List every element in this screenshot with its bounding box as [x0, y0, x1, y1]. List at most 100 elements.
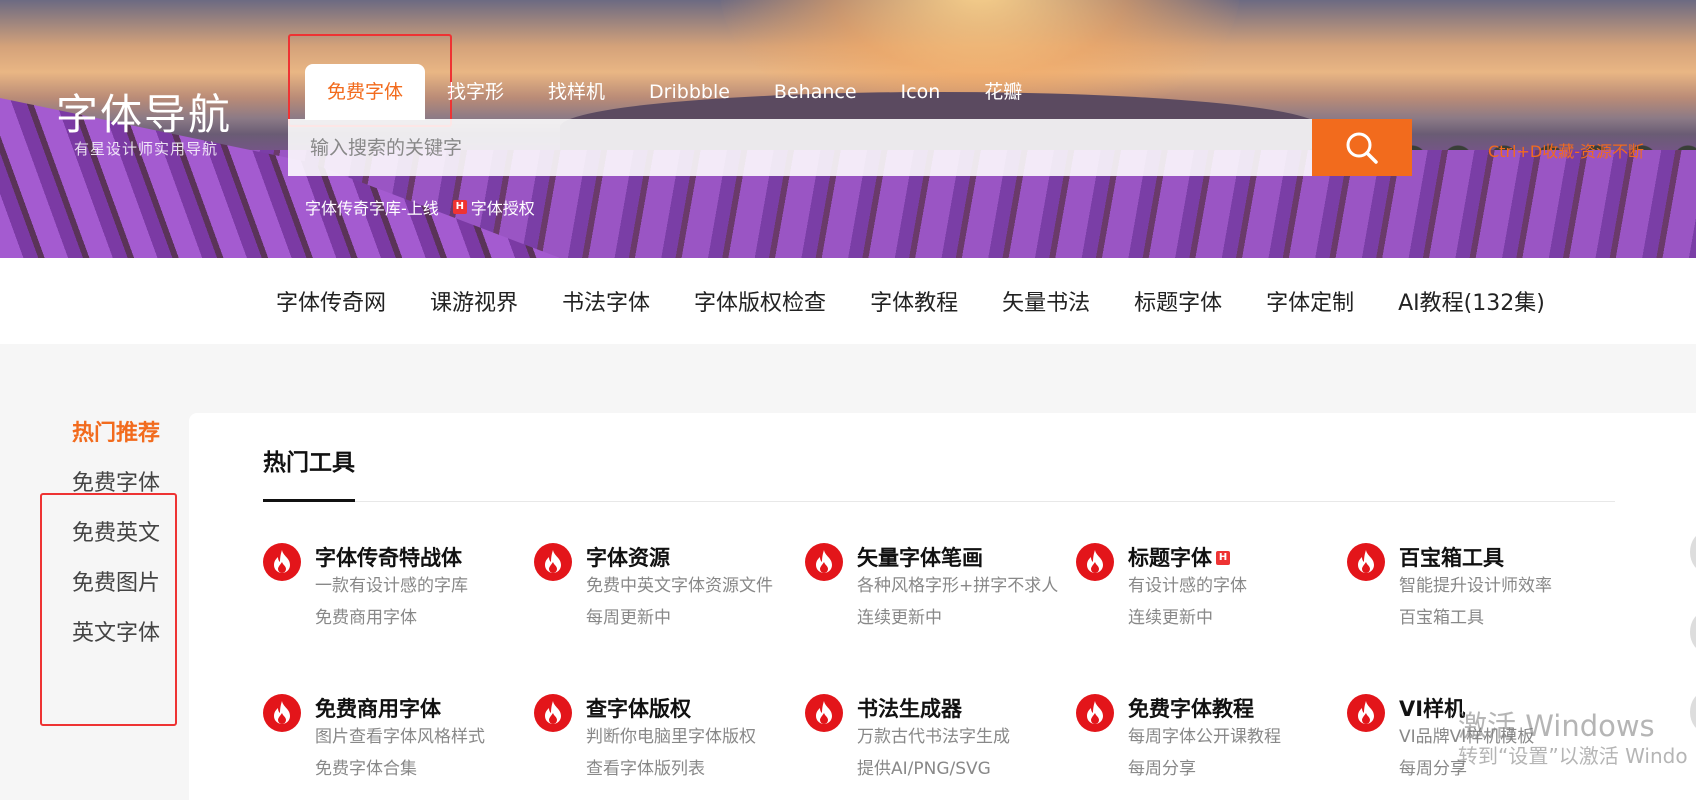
nav-item[interactable]: 字体教程 [870, 285, 958, 317]
search-input[interactable] [288, 119, 1312, 176]
tool-body: 百宝箱工具 智能提升设计师效率 百宝箱工具 [1399, 543, 1604, 666]
tool-name: 标题字体 H [1128, 543, 1333, 573]
tool-name: 查字体版权 [586, 694, 791, 724]
search-tabs: 免费字体 找字形 找样机 Dribbble Behance Icon 花瓣 [305, 64, 1044, 120]
tool-description: 各种风格字形+拼字不求人 [857, 576, 1059, 596]
tool-name-text: 查字体版权 [586, 697, 691, 721]
flame-icon [534, 543, 572, 581]
logo-title: 字体导航 [56, 90, 233, 139]
tool-name-text: 标题字体 [1128, 546, 1212, 570]
flame-icon [1347, 694, 1385, 732]
nav-item[interactable]: 课游视界 [430, 285, 518, 317]
tool-tag: 查看字体版列表 [586, 759, 705, 779]
nav-item[interactable]: 字体定制 [1266, 285, 1354, 317]
flame-icon-glyph [816, 550, 832, 573]
watermark-line-1: 激活 Windows [1458, 709, 1655, 743]
nav-item[interactable]: 矢量书法 [1002, 285, 1090, 317]
flame-icon-glyph [545, 701, 561, 724]
tool-name-text: 百宝箱工具 [1399, 546, 1504, 570]
search-tab[interactable]: 找字形 [425, 64, 526, 120]
flame-icon-glyph [274, 550, 290, 573]
flame-icon-glyph [274, 701, 290, 724]
logo-subtitle: 有星设计师实用导航 [74, 140, 219, 158]
tool-name-text: 书法生成器 [857, 697, 962, 721]
tool-name-text: 免费商用字体 [315, 697, 441, 721]
tool-tag: 提供AI/PNG/SVG [857, 759, 991, 779]
site-logo[interactable]: 字体导航 有星设计师实用导航 [56, 92, 232, 159]
tool-body: 书法生成器万款古代书法字生成 提供AI/PNG/SVG [857, 694, 1062, 800]
tool-tag: 免费字体合集 [315, 759, 417, 779]
tool-description: 图片查看字体风格样式 [315, 727, 485, 747]
flame-icon-glyph [1358, 550, 1374, 573]
tool-description: 智能提升设计师效率 [1399, 576, 1552, 596]
section-title-underline [263, 499, 355, 502]
search-icon [1346, 132, 1378, 164]
flame-icon [805, 543, 843, 581]
tool-body: 矢量字体笔画各种风格字形+拼字不求人 连续更新中 [857, 543, 1062, 666]
watermark-line-2: 转到“设置”以激活 Windo [1458, 744, 1688, 768]
search-tab[interactable]: 花瓣 [962, 64, 1044, 120]
flame-icon-glyph [816, 701, 832, 724]
flame-icon [263, 543, 301, 581]
search-button[interactable] [1312, 119, 1412, 176]
search-tab[interactable]: Icon [879, 64, 963, 120]
tool-card[interactable]: 字体资源免费中英文字体资源文件 每周更新中 [534, 543, 805, 666]
sidebar-highlight-box [40, 493, 177, 726]
tool-card[interactable]: 免费字体教程每周字体公开课教程 每周分享 [1076, 694, 1347, 800]
flame-icon [1076, 543, 1114, 581]
tool-tag: 每周分享 [1128, 759, 1196, 779]
hot-link-font-library[interactable]: 字体传奇字库-上线 [305, 195, 439, 219]
flame-icon-glyph [1358, 701, 1374, 724]
top-nav: 字体传奇网 课游视界 书法字体 字体版权检查 字体教程 矢量书法 标题字体 字体定制 AI教程(… [0, 258, 1696, 344]
nav-item[interactable]: 字体版权检查 [694, 285, 826, 317]
search-tab[interactable]: 免费字体 [305, 64, 426, 120]
tool-description: 判断你电脑里字体版权 [586, 727, 756, 747]
tool-description: 免费中英文字体资源文件 [586, 576, 773, 596]
tool-name: 矢量字体笔画 [857, 543, 1062, 573]
tool-description: 每周字体公开课教程 [1128, 727, 1281, 747]
flame-icon-glyph [1087, 550, 1103, 573]
tool-body: 免费商用字体图片查看字体风格样式 免费字体合集 [315, 694, 520, 800]
nav-item[interactable]: 书法字体 [562, 285, 650, 317]
nav-item[interactable]: AI教程(132集) [1398, 285, 1545, 317]
tool-name: 免费字体教程 [1128, 694, 1333, 724]
tool-name-text: 字体资源 [586, 546, 670, 570]
search-box [288, 119, 1412, 176]
tool-description: 有设计感的字体 [1128, 576, 1247, 596]
flame-icon [534, 694, 572, 732]
hot-link-label: 字体授权 [470, 199, 535, 218]
bookmark-hint: Ctrl+D收藏-资源不断 [1488, 142, 1644, 161]
tool-tag: 连续更新中 [1128, 608, 1213, 628]
tool-description: 一款有设计感的字库 [315, 576, 468, 596]
nav-item[interactable]: 字体传奇网 [276, 285, 386, 317]
windows-activation-watermark: 激活 Windows 转到“设置”以激活 Windo [1458, 709, 1688, 769]
flame-icon-glyph [545, 550, 561, 573]
flame-icon [805, 694, 843, 732]
search-tab[interactable]: Dribbble [627, 64, 752, 120]
flame-icon [1076, 694, 1114, 732]
tool-card[interactable]: 免费商用字体图片查看字体风格样式 免费字体合集 [263, 694, 534, 800]
tool-card[interactable]: 标题字体 H 有设计感的字体 连续更新中 [1076, 543, 1347, 666]
tools-grid: 字体传奇特战体 一款有设计感的字库 免费商用字体 字体资源 免费中英文字体资源文件 每周更… [263, 543, 1618, 800]
search-tab[interactable]: Behance [752, 64, 879, 120]
section-title: 热门工具 [263, 450, 355, 476]
hot-badge: H [1216, 551, 1230, 565]
tool-card[interactable]: 百宝箱工具 智能提升设计师效率 百宝箱工具 [1347, 543, 1618, 666]
tool-tag: 连续更新中 [857, 608, 942, 628]
tool-card[interactable]: 字体传奇特战体 一款有设计感的字库 免费商用字体 [263, 543, 534, 666]
tool-description: 万款古代书法字生成 [857, 727, 1010, 747]
sidebar-item[interactable]: 热门推荐 [56, 420, 180, 448]
tool-card[interactable]: 查字体版权判断你电脑里字体版权 查看字体版列表 [534, 694, 805, 800]
tool-card[interactable]: 书法生成器万款古代书法字生成 提供AI/PNG/SVG [805, 694, 1076, 800]
tool-body: 字体传奇特战体 一款有设计感的字库 免费商用字体 [315, 543, 520, 666]
hot-link-font-license[interactable]: H 字体授权 [452, 195, 535, 219]
tool-body: 查字体版权判断你电脑里字体版权 查看字体版列表 [586, 694, 791, 800]
nav-item[interactable]: 标题字体 [1134, 285, 1222, 317]
tool-tag: 每周更新中 [586, 608, 671, 628]
tool-tag: 百宝箱工具 [1399, 608, 1484, 628]
tool-name-text: VI样机 [1399, 697, 1466, 721]
search-tab[interactable]: 找样机 [526, 64, 627, 120]
hot-links: 字体传奇字库-上线 H 字体授权 [305, 195, 535, 219]
flame-icon [1347, 543, 1385, 581]
tool-card[interactable]: 矢量字体笔画各种风格字形+拼字不求人 连续更新中 [805, 543, 1076, 666]
